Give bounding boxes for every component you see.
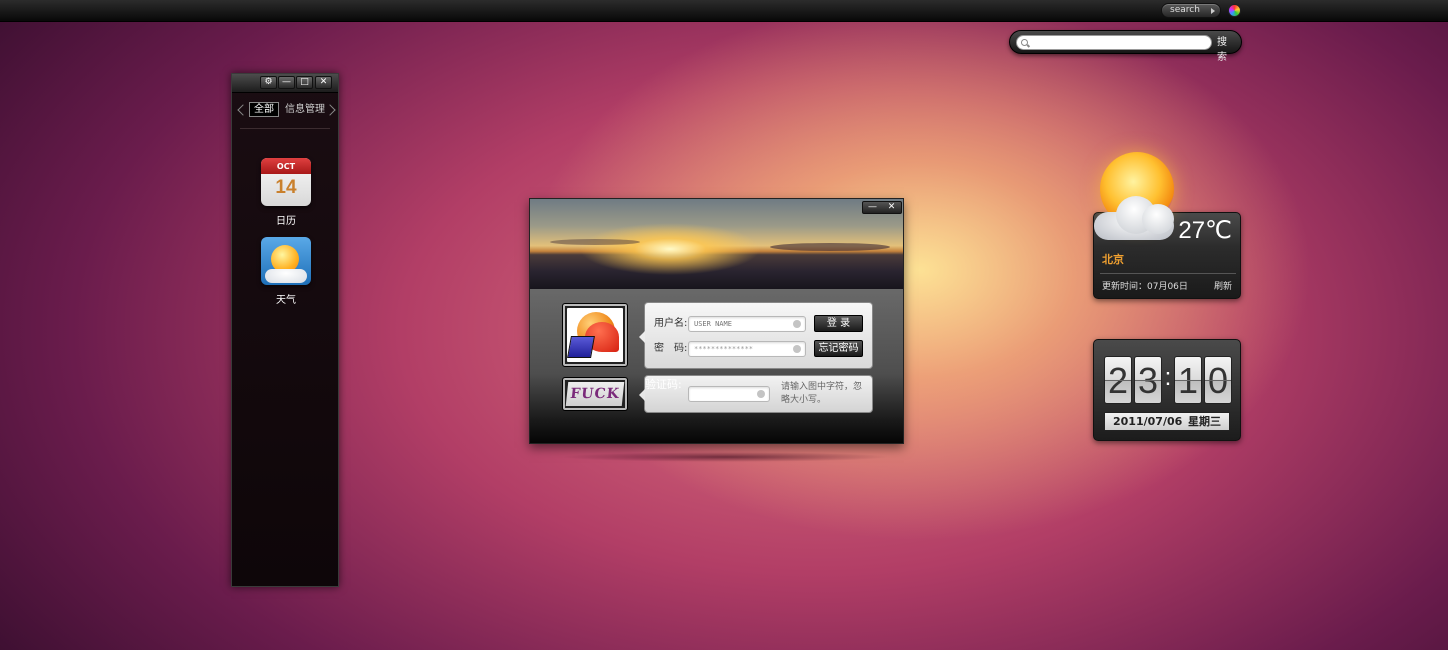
divider [1100, 273, 1236, 274]
minimize-icon: — [282, 77, 291, 87]
login-window: — ✕ 用户名: 登 录 密 码: 忘记密码 FUC [529, 198, 904, 444]
captcha-label: 验证码: [645, 378, 682, 391]
login-shadow [560, 452, 890, 462]
minimize-button[interactable]: — [278, 76, 295, 89]
password-input[interactable] [694, 343, 792, 355]
cloud-icon [265, 269, 307, 283]
search-toggle-button[interactable]: search [1161, 3, 1221, 18]
temperature: 27℃ [1178, 217, 1232, 244]
app-label: 天气 [276, 295, 296, 306]
time-separator: : [1164, 364, 1172, 391]
search-field [1016, 35, 1212, 50]
chevron-left-icon[interactable] [237, 104, 249, 116]
maximize-icon: □ [300, 77, 309, 87]
minute-ones-digit: 0 [1204, 356, 1232, 404]
clear-icon[interactable] [793, 320, 801, 328]
chevron-right-icon[interactable] [324, 104, 336, 116]
minimize-icon[interactable]: — [863, 202, 882, 213]
search-input[interactable] [1031, 36, 1207, 49]
clock-widget[interactable]: 2 3 : 1 0 2011/07/06 星期三 [1093, 339, 1241, 441]
avatar-shape [567, 336, 595, 358]
captcha-hint: 请输入图中字符，忽略大小写。 [781, 382, 863, 405]
minute-tens-digit: 1 [1174, 356, 1202, 404]
city-name: 北京 [1102, 253, 1124, 266]
password-field [688, 341, 806, 357]
clear-icon[interactable] [757, 390, 765, 398]
search-icon [1021, 39, 1028, 46]
captcha-input[interactable] [694, 388, 756, 400]
forgot-password-button[interactable]: 忘记密码 [814, 340, 863, 357]
refresh-button[interactable]: 刷新 [1214, 279, 1232, 292]
avatar[interactable] [562, 303, 628, 367]
clear-icon[interactable] [793, 345, 801, 353]
search-toggle-label: search [1170, 5, 1200, 15]
username-input[interactable] [694, 318, 792, 330]
search-button[interactable]: 搜 索 [1217, 35, 1241, 63]
app-label: 日历 [276, 216, 296, 227]
date-text: 2011/07/06 [1113, 415, 1183, 428]
login-window-controls: — ✕ [862, 201, 902, 214]
banner-cloud [770, 243, 890, 251]
arrow-right-icon [1211, 8, 1215, 14]
calendar-month: OCT [261, 158, 311, 174]
date-strip: 2011/07/06 星期三 [1104, 412, 1230, 431]
hour-ones-digit: 3 [1134, 356, 1162, 404]
top-bar: search [0, 0, 1448, 22]
captcha-text: FUCK [565, 382, 625, 406]
sunset-banner[interactable] [530, 199, 903, 289]
close-button[interactable]: ✕ [315, 76, 332, 89]
username-field [688, 316, 806, 332]
theme-color-icon[interactable] [1228, 4, 1241, 17]
captcha-field [688, 386, 770, 402]
username-label: 用户名: [654, 318, 688, 329]
app-weather[interactable]: 天气 [257, 237, 315, 306]
credentials-card: 用户名: 登 录 密 码: 忘记密码 [639, 302, 873, 369]
password-label: 密 码: [654, 343, 688, 354]
login-body: 用户名: 登 录 密 码: 忘记密码 FUCK 验证码: 请输入图中字符，忽略大… [530, 289, 903, 443]
banner-cloud [550, 239, 640, 245]
search-panel: 搜 索 [1009, 30, 1242, 63]
weather-icon [261, 237, 311, 285]
tab-all[interactable]: 全部 [249, 102, 279, 117]
close-icon[interactable]: ✕ [882, 202, 901, 213]
weekday-text: 星期三 [1188, 415, 1221, 428]
maximize-button[interactable]: □ [296, 76, 313, 89]
settings-button[interactable]: ⚙ [260, 76, 277, 89]
app-panel-nav: 全部 信息管理 [232, 93, 338, 129]
partly-cloudy-icon [1094, 190, 1186, 246]
divider [240, 128, 330, 129]
login-button[interactable]: 登 录 [814, 315, 863, 332]
app-panel-titlebar[interactable]: ⚙ — □ ✕ [232, 74, 338, 93]
tab-info-management[interactable]: 信息管理 [285, 103, 325, 116]
app-launcher-panel: ⚙ — □ ✕ 全部 信息管理 OCT 14 日历 天气 [231, 73, 339, 587]
gear-icon: ⚙ [264, 77, 273, 87]
update-time: 更新时间：07月06日 [1102, 282, 1188, 292]
avatar-image [567, 308, 623, 362]
calendar-icon: OCT 14 [261, 158, 311, 206]
captcha-card: 验证码: 请输入图中字符，忽略大小写。 [639, 375, 873, 413]
close-icon: ✕ [319, 77, 328, 87]
captcha-image[interactable]: FUCK [562, 377, 628, 411]
hour-tens-digit: 2 [1104, 356, 1132, 404]
calendar-day: 14 [275, 177, 297, 198]
app-calendar[interactable]: OCT 14 日历 [257, 158, 315, 227]
